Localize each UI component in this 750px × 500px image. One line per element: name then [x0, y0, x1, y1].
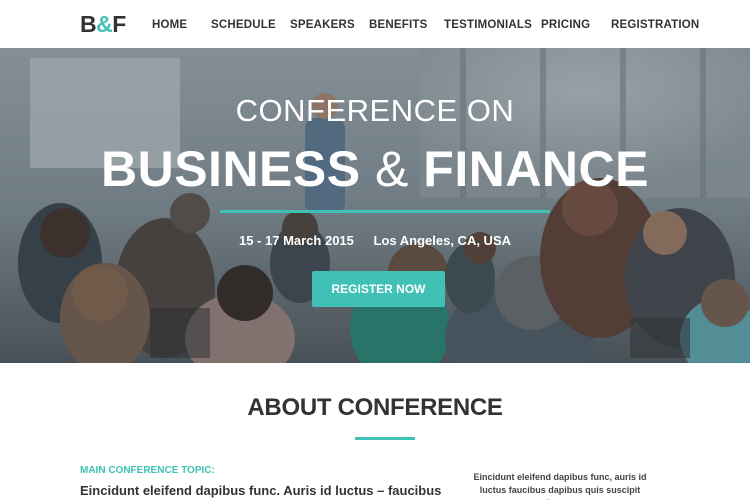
hero-title: BUSINESS & FINANCE — [0, 142, 750, 196]
hero-subtitle: CONFERENCE ON — [235, 93, 515, 128]
nav-benefits[interactable]: Benefits — [369, 18, 427, 32]
hero-title-ampersand: & — [375, 141, 409, 197]
about-section-title: ABOUT CONFERENCE — [247, 394, 503, 421]
hero-section: CONFERENCE ON BUSINESS & FINANCE 15 - 17… — [0, 48, 750, 363]
nav-pricing[interactable]: Pricing — [541, 18, 590, 32]
about-side-text: Eincidunt eleifend dapibus func, auris i… — [473, 472, 647, 500]
logo-letter-f: F — [112, 11, 126, 37]
nav-home[interactable]: Home — [152, 18, 187, 32]
nav-registration[interactable]: Registration — [611, 18, 699, 32]
nav-testimonials[interactable]: Testimonials — [444, 18, 532, 32]
top-navbar: B&F Home Schedule Speakers Benefits Test… — [0, 0, 750, 48]
logo-letter-b: B — [80, 11, 97, 37]
nav-speakers[interactable]: Speakers — [290, 18, 355, 32]
event-date: 15 - 17 March 2015 — [238, 233, 354, 248]
event-location: Los Angeles, CA, USA — [373, 233, 511, 248]
topic-label: Main conference topic: — [80, 465, 215, 476]
nav-schedule[interactable]: Schedule — [211, 18, 276, 32]
about-divider — [355, 437, 415, 440]
logo[interactable]: B&F — [80, 12, 126, 36]
hero-title-finance: FINANCE — [423, 141, 649, 197]
hero-divider — [220, 210, 550, 213]
logo-ampersand: & — [96, 11, 113, 37]
topic-text: Eincidunt eleifend dapibus func. Auris i… — [80, 483, 442, 498]
register-now-button[interactable]: Register Now — [312, 271, 445, 307]
hero-title-business: BUSINESS — [100, 141, 361, 197]
hero-event-info: 15 - 17 March 2015 Los Angeles, CA, USA — [0, 233, 750, 249]
